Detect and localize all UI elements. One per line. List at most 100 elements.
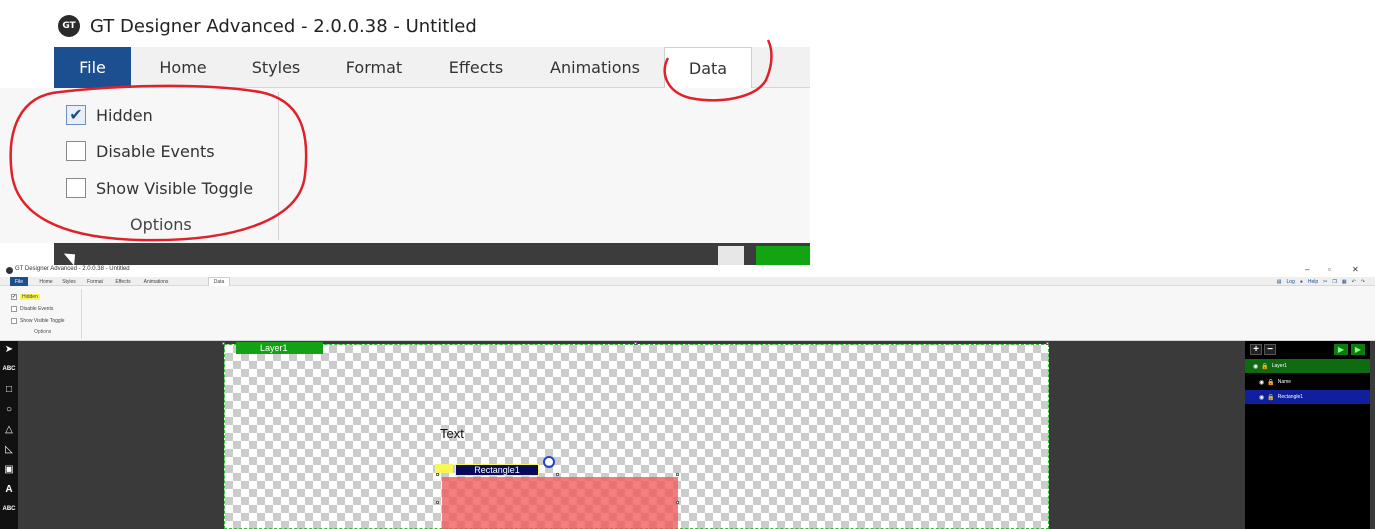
show-visible-toggle-label: Show Visible Toggle bbox=[20, 318, 65, 324]
rectangle-icon[interactable]: □ bbox=[3, 383, 15, 395]
hidden-checkbox[interactable]: ✔ bbox=[66, 105, 86, 125]
hidden-option[interactable]: ✔ Hidden bbox=[66, 103, 153, 127]
visibility-eye-icon[interactable]: ◉ bbox=[1253, 363, 1258, 370]
rectangle-tag[interactable]: Rectangle1 bbox=[455, 464, 539, 476]
cut-icon[interactable]: ✂ bbox=[1323, 279, 1327, 285]
resize-handle[interactable] bbox=[634, 342, 637, 345]
layer-row-layer1[interactable]: ◉ 🔒 Layer1 bbox=[1245, 359, 1370, 373]
tab-format[interactable]: Format bbox=[84, 277, 106, 286]
tab-styles[interactable]: Styles bbox=[236, 47, 316, 88]
app-logo-icon bbox=[6, 267, 13, 274]
anchor-icon[interactable] bbox=[543, 456, 555, 468]
tab-animations[interactable]: Animations bbox=[540, 47, 650, 88]
disable-events-checkbox[interactable] bbox=[66, 141, 86, 161]
add-layer-icon[interactable]: + bbox=[1250, 344, 1262, 355]
tool-palette: ➤ ABC □ ○ △ ◺ ▣ A ABC bbox=[0, 341, 18, 529]
copy-icon[interactable]: ❐ bbox=[1332, 279, 1336, 285]
tab-home[interactable]: Home bbox=[143, 47, 223, 88]
disable-events-label: Disable Events bbox=[96, 141, 215, 161]
visibility-eye-icon[interactable]: ◉ bbox=[1259, 379, 1264, 386]
canvas-text-element[interactable]: Text bbox=[440, 426, 464, 441]
show-visible-toggle-checkbox[interactable] bbox=[11, 318, 17, 324]
lock-icon[interactable]: 🔒 bbox=[1267, 394, 1274, 401]
options-group-label: Options bbox=[34, 329, 52, 335]
strip-green-box bbox=[756, 246, 810, 265]
highlight-mark bbox=[435, 464, 453, 473]
layers-panel: + − ▶ ▶ ◉ 🔒 Layer1 ◉ 🔒 Name ◉ 🔒 Rectangl… bbox=[1245, 341, 1370, 529]
log-button[interactable]: Log bbox=[1287, 279, 1295, 285]
tab-effects[interactable]: Effects bbox=[432, 47, 520, 88]
window-title: GT Designer Advanced - 2.0.0.38 - Untitl… bbox=[15, 266, 130, 272]
disable-events-checkbox[interactable] bbox=[11, 306, 17, 312]
show-visible-toggle-checkbox[interactable] bbox=[66, 178, 86, 198]
pointer-icon[interactable]: ➤ bbox=[3, 343, 15, 355]
help-button[interactable]: Help bbox=[1308, 279, 1318, 285]
resize-handle[interactable] bbox=[676, 473, 679, 476]
show-visible-toggle-option[interactable]: Show Visible Toggle bbox=[66, 176, 253, 200]
layer-row-label: Rectangle1 bbox=[1277, 394, 1304, 400]
undo-icon[interactable]: ↶ bbox=[1352, 279, 1356, 285]
hidden-option[interactable]: ✔ Hidden bbox=[11, 293, 40, 301]
tab-animations[interactable]: Animations bbox=[140, 277, 172, 286]
disable-events-option[interactable]: Disable Events bbox=[11, 305, 53, 313]
disable-events-option[interactable]: Disable Events bbox=[66, 139, 215, 163]
circle-icon[interactable]: ○ bbox=[3, 403, 15, 415]
resize-handle[interactable] bbox=[436, 473, 439, 476]
show-visible-toggle-option[interactable]: Show Visible Toggle bbox=[11, 317, 65, 325]
visibility-eye-icon[interactable]: ◉ bbox=[1259, 394, 1264, 401]
rectangle-shape[interactable] bbox=[442, 477, 678, 529]
group-separator bbox=[81, 289, 82, 339]
layer-row-rectangle1[interactable]: ◉ 🔒 Rectangle1 bbox=[1245, 390, 1370, 404]
options-group-label: Options bbox=[130, 215, 192, 234]
layer-row-name[interactable]: ◉ 🔒 Name bbox=[1245, 375, 1370, 389]
title-bar: GT Designer Advanced - 2.0.0.38 - Untitl… bbox=[0, 265, 1375, 277]
tab-file[interactable]: File bbox=[54, 47, 131, 88]
layer-row-label: Layer1 bbox=[1271, 363, 1288, 369]
tab-data[interactable]: Data bbox=[664, 47, 752, 89]
strip-white-box bbox=[718, 246, 744, 265]
app-logo-icon: GT bbox=[58, 15, 80, 37]
resize-handle[interactable] bbox=[556, 473, 559, 476]
resize-handle[interactable] bbox=[676, 501, 679, 504]
hidden-checkbox[interactable]: ✔ bbox=[11, 294, 17, 300]
lock-icon[interactable]: 🔒 bbox=[1267, 379, 1274, 386]
ribbon-tab-bar: File Home Styles Format Effects Animatio… bbox=[0, 277, 1375, 286]
right-toolbar: ▤ Log ● Help ✂ ❐ ▦ ↶ ↷ bbox=[1277, 278, 1365, 286]
label-icon[interactable]: ABC bbox=[3, 503, 16, 515]
font-icon[interactable]: A bbox=[3, 483, 15, 495]
disable-events-label: Disable Events bbox=[20, 306, 54, 312]
tab-format[interactable]: Format bbox=[332, 47, 416, 88]
window-title: GT Designer Advanced - 2.0.0.38 - Untitl… bbox=[90, 15, 477, 37]
tab-styles[interactable]: Styles bbox=[60, 277, 78, 286]
text-icon[interactable]: ABC bbox=[3, 363, 16, 375]
lock-icon[interactable]: 🔒 bbox=[1261, 363, 1268, 370]
image-icon[interactable]: ▣ bbox=[3, 463, 15, 475]
triangle-icon[interactable]: △ bbox=[3, 423, 15, 435]
redo-icon[interactable]: ↷ bbox=[1361, 279, 1365, 285]
hidden-label: Hidden bbox=[96, 105, 153, 125]
full-app-screenshot: GT Designer Advanced - 2.0.0.38 - Untitl… bbox=[0, 265, 1375, 529]
play-all-icon[interactable]: ▶ bbox=[1351, 344, 1365, 355]
hidden-label: Hidden bbox=[20, 294, 40, 300]
tab-data[interactable]: Data bbox=[208, 277, 230, 286]
ribbon-tab-bar: File Home Styles Format Effects Animatio… bbox=[54, 47, 810, 89]
layer-tag[interactable]: Layer1 bbox=[236, 342, 323, 354]
resize-handle[interactable] bbox=[436, 501, 439, 504]
restore-icon[interactable]: ▫ bbox=[1328, 265, 1331, 274]
right-triangle-icon[interactable]: ◺ bbox=[3, 443, 15, 455]
zoomed-ribbon-inset: GT GT Designer Advanced - 2.0.0.38 - Unt… bbox=[0, 0, 810, 265]
help-icon[interactable]: ● bbox=[1300, 279, 1303, 285]
resize-handle[interactable] bbox=[222, 342, 225, 345]
tab-home[interactable]: Home bbox=[37, 277, 55, 286]
play-icon[interactable]: ▶ bbox=[1334, 344, 1348, 355]
close-icon[interactable]: ✕ bbox=[1352, 265, 1359, 274]
title-row: GT GT Designer Advanced - 2.0.0.38 - Unt… bbox=[58, 12, 477, 40]
tab-file[interactable]: File bbox=[10, 277, 28, 286]
paste-icon[interactable]: ▦ bbox=[1342, 279, 1347, 285]
tab-effects[interactable]: Effects bbox=[112, 277, 134, 286]
log-icon[interactable]: ▤ bbox=[1277, 279, 1282, 285]
minimize-icon[interactable]: – bbox=[1305, 265, 1309, 274]
resize-handle[interactable] bbox=[1046, 342, 1049, 345]
remove-layer-icon[interactable]: − bbox=[1264, 344, 1276, 355]
layer-row-label: Name bbox=[1277, 379, 1292, 385]
